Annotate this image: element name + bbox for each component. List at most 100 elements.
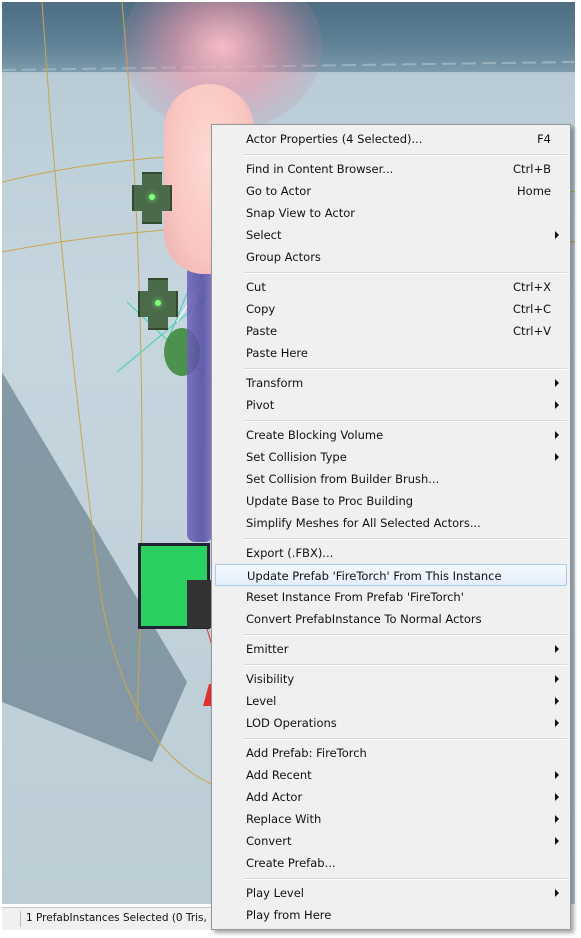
menu-item-label: Convert PrefabInstance To Normal Actors [246,612,482,626]
menu-item-label: Export (.FBX)... [246,546,334,560]
menu-item-shortcut: F4 [537,132,551,146]
menu-item-update-base-to-proc-building[interactable]: Update Base to Proc Building [215,490,567,512]
menu-item-reset-instance-from-prefab[interactable]: Reset Instance From Prefab 'FireTorch' [215,586,567,608]
menu-item-select[interactable]: Select [215,224,567,246]
menu-item-actor-properties[interactable]: Actor Properties (4 Selected)... F4 [215,128,567,150]
menu-item-play-level[interactable]: Play Level [215,882,567,904]
menu-item-shortcut: Ctrl+C [512,302,551,316]
menu-item-snap-view-to-actor[interactable]: Snap View to Actor [215,202,567,224]
green-actor-block[interactable] [138,543,211,629]
menu-item-label: Paste [246,324,278,338]
submenu-arrow-icon [555,719,559,727]
menu-item-add-actor[interactable]: Add Actor [215,786,567,808]
menu-item-paste[interactable]: Paste Ctrl+V [215,320,567,342]
menu-item-label: Group Actors [246,250,321,264]
menu-item-level[interactable]: Level [215,690,567,712]
menu-item-label: Update Prefab 'FireTorch' From This Inst… [247,569,502,583]
prefab-icon-dot [155,300,161,306]
menu-item-replace-with[interactable]: Replace With [215,808,567,830]
menu-item-create-prefab[interactable]: Create Prefab... [215,852,567,874]
menu-item-lod-operations[interactable]: LOD Operations [215,712,567,734]
menu-item-label: Transform [246,376,304,390]
menu-item-label: LOD Operations [246,716,337,730]
menu-item-label: Add Actor [246,790,303,804]
menu-item-transform[interactable]: Transform [215,372,567,394]
menu-item-label: Go to Actor [246,184,312,198]
menu-item-label: Add Prefab: FireTorch [246,746,367,760]
status-text: 1 PrefabInstances Selected (0 Tris, 0 V [26,912,228,924]
menu-item-shortcut: Ctrl+X [513,280,551,294]
menu-item-convert[interactable]: Convert [215,830,567,852]
menu-item-go-to-actor[interactable]: Go to Actor Home [215,180,567,202]
menu-item-label: Paste Here [246,346,308,360]
menu-item-label: Add Recent [246,768,312,782]
menu-item-update-prefab[interactable]: Update Prefab 'FireTorch' From This Inst… [215,564,567,586]
menu-item-label: Cut [246,280,266,294]
menu-item-label: Simplify Meshes for All Selected Actors.… [246,516,481,530]
submenu-arrow-icon [555,231,559,239]
prefab-icon-dot [149,194,155,200]
menu-item-label: Level [246,694,277,708]
menu-item-label: Copy [246,302,276,316]
menu-item-add-recent[interactable]: Add Recent [215,764,567,786]
menu-item-label: Find in Content Browser... [246,162,394,176]
menu-item-copy[interactable]: Copy Ctrl+C [215,298,567,320]
submenu-arrow-icon [555,697,559,705]
menu-item-set-collision-type[interactable]: Set Collision Type [215,446,567,468]
menu-item-label: Actor Properties (4 Selected)... [246,132,423,146]
status-grip-icon [4,911,21,927]
menu-separator [243,420,567,422]
menu-item-set-collision-from-builder-brush[interactable]: Set Collision from Builder Brush... [215,468,567,490]
menu-item-label: Convert [246,834,292,848]
menu-item-shortcut: Ctrl+B [513,162,551,176]
menu-item-label: Set Collision from Builder Brush... [246,472,440,486]
torch-mesh[interactable] [187,242,213,542]
submenu-arrow-icon [555,771,559,779]
menu-item-play-from-here[interactable]: Play from Here [215,904,567,926]
menu-item-label: Reset Instance From Prefab 'FireTorch' [246,590,464,604]
menu-item-label: Create Prefab... [246,856,336,870]
menu-item-find-in-content-browser[interactable]: Find in Content Browser... Ctrl+B [215,158,567,180]
menu-item-label: Snap View to Actor [246,206,355,220]
menu-item-label: Play Level [246,886,304,900]
menu-item-add-prefab[interactable]: Add Prefab: FireTorch [215,742,567,764]
submenu-arrow-icon [555,379,559,387]
menu-separator [243,738,567,740]
submenu-arrow-icon [555,401,559,409]
menu-item-label: Play from Here [246,908,332,922]
menu-separator [243,272,567,274]
menu-item-emitter[interactable]: Emitter [215,638,567,660]
menu-item-convert-prefab-instance[interactable]: Convert PrefabInstance To Normal Actors [215,608,567,630]
menu-item-pivot[interactable]: Pivot [215,394,567,416]
menu-item-visibility[interactable]: Visibility [215,668,567,690]
menu-separator [243,634,567,636]
menu-item-cut[interactable]: Cut Ctrl+X [215,276,567,298]
menu-item-label: Replace With [246,812,322,826]
menu-item-label: Update Base to Proc Building [246,494,414,508]
menu-item-label: Select [246,228,282,242]
submenu-arrow-icon [555,675,559,683]
submenu-arrow-icon [555,645,559,653]
menu-item-export-fbx[interactable]: Export (.FBX)... [215,542,567,564]
menu-item-simplify-meshes[interactable]: Simplify Meshes for All Selected Actors.… [215,512,567,534]
submenu-arrow-icon [555,793,559,801]
context-menu: Actor Properties (4 Selected)... F4 Find… [211,124,571,930]
menu-item-shortcut: Home [517,184,551,198]
menu-item-label: Emitter [246,642,289,656]
menu-item-shortcut: Ctrl+V [513,324,551,338]
block-shadow [187,580,211,628]
menu-item-label: Pivot [246,398,275,412]
menu-separator [243,538,567,540]
menu-item-label: Set Collision Type [246,450,347,464]
menu-item-create-blocking-volume[interactable]: Create Blocking Volume [215,424,567,446]
submenu-arrow-icon [555,837,559,845]
submenu-arrow-icon [555,453,559,461]
menu-item-paste-here[interactable]: Paste Here [215,342,567,364]
menu-separator [243,154,567,156]
menu-item-group-actors[interactable]: Group Actors [215,246,567,268]
submenu-arrow-icon [555,889,559,897]
menu-item-label: Create Blocking Volume [246,428,384,442]
menu-separator [243,878,567,880]
menu-separator [243,368,567,370]
submenu-arrow-icon [555,431,559,439]
